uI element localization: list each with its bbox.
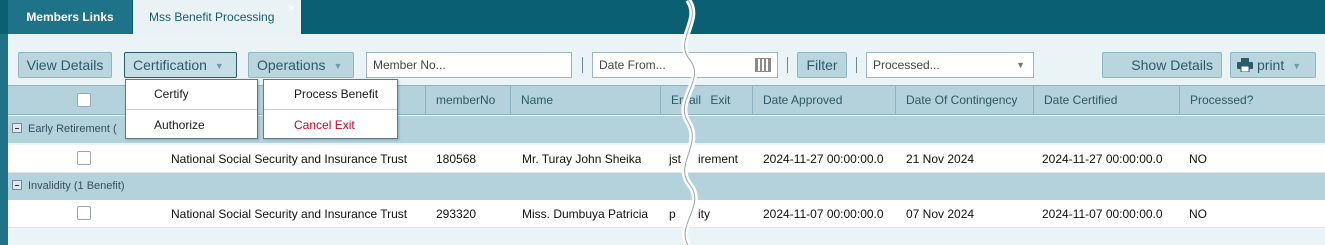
processed-select[interactable]: Processed... ▼: [866, 52, 1034, 78]
tab-members-links[interactable]: Members Links: [8, 0, 132, 34]
caret-down-icon: ▼: [214, 61, 224, 72]
cell-date-certified: 2024-11-27 00:00:00.0: [1042, 152, 1163, 166]
operations-label: Operations: [257, 57, 326, 73]
left-accent-bar: [0, 34, 8, 245]
cell-exit: irement: [698, 152, 739, 166]
operations-button[interactable]: Operations ▼: [248, 52, 354, 78]
print-label: print: [1257, 57, 1285, 73]
select-all-checkbox[interactable]: [77, 93, 91, 107]
cell-date-approved: 2024-11-27 00:00:00.0: [763, 152, 884, 166]
date-from-input[interactable]: Date From...: [592, 52, 778, 78]
table-row[interactable]: National Social Security and Insurance T…: [8, 145, 1325, 173]
caret-down-icon: ▼: [1016, 60, 1025, 70]
group-label: Invalidity (1 Benefit): [28, 180, 125, 192]
print-button[interactable]: print ▼: [1230, 52, 1316, 78]
processed-placeholder: Processed...: [873, 58, 940, 72]
view-details-button[interactable]: View Details: [18, 52, 112, 78]
cell-memberno: 180568: [436, 152, 477, 166]
cell-date-contingency: 07 Nov 2024: [906, 207, 975, 221]
date-from-placeholder: Date From...: [599, 58, 666, 72]
cell-name: Mr. Turay John Sheika: [522, 152, 642, 166]
group-header[interactable]: Invalidity (1 Benefit): [8, 173, 1325, 200]
certification-button[interactable]: Certification ▼: [124, 52, 237, 78]
cell-memberno: 293320: [436, 207, 477, 221]
member-no-input[interactable]: Member No...: [366, 52, 572, 78]
operations-menu: Process Benefit Cancel Exit: [263, 79, 398, 139]
column-header-processed[interactable]: Processed?: [1179, 86, 1325, 114]
menu-item-cancel-exit[interactable]: Cancel Exit: [264, 112, 397, 139]
menu-divider: [126, 109, 257, 110]
column-header-exit-label: Exit: [710, 93, 731, 107]
tab-mss-benefit-processing[interactable]: Mss Benefit Processing ×: [133, 0, 301, 34]
column-header-email[interactable]: Email Exit: [660, 86, 752, 114]
toolbar-divider: [787, 57, 788, 73]
menu-item-certify[interactable]: Certify: [126, 81, 257, 108]
row-checkbox[interactable]: [77, 206, 91, 220]
toolbar-divider: [856, 57, 857, 73]
main-panel: View Details Certification ▼ Operations ▼ …: [8, 34, 1325, 245]
column-header-date-certified[interactable]: Date Certified: [1033, 86, 1179, 114]
cell-email: p: [669, 207, 676, 221]
close-icon[interactable]: ×: [288, 0, 295, 25]
column-header-email-label: Email: [671, 93, 702, 107]
cell-date-contingency: 21 Nov 2024: [906, 152, 975, 166]
toolbar-divider: [582, 57, 583, 73]
cell-date-approved: 2024-11-07 00:00:00.0: [763, 207, 884, 221]
show-details-button[interactable]: Show Details: [1102, 52, 1222, 78]
cell-email: jst: [669, 152, 681, 166]
cell-scheme: National Social Security and Insurance T…: [171, 152, 408, 166]
table-row[interactable]: National Social Security and Insurance T…: [8, 200, 1325, 228]
menu-item-process-benefit[interactable]: Process Benefit: [264, 81, 397, 108]
column-header-memberno[interactable]: memberNo: [425, 86, 510, 114]
caret-down-icon: ▼: [1292, 61, 1302, 72]
tab-bar: Members Links Mss Benefit Processing ×: [0, 0, 1325, 34]
column-header-date-contingency[interactable]: Date Of Contingency: [895, 86, 1033, 114]
cell-date-certified: 2024-11-07 00:00:00.0: [1042, 207, 1163, 221]
collapse-icon[interactable]: [12, 123, 22, 133]
menu-item-authorize[interactable]: Authorize: [126, 112, 257, 139]
cell-exit: ity: [698, 207, 710, 221]
tab-label: Mss Benefit Processing: [149, 10, 275, 24]
printer-icon: [1237, 58, 1253, 72]
cell-scheme: National Social Security and Insurance T…: [171, 207, 408, 221]
collapse-icon[interactable]: [12, 180, 22, 190]
row-checkbox[interactable]: [77, 151, 91, 165]
column-header-date-approved[interactable]: Date Approved: [752, 86, 895, 114]
cell-processed: NO: [1189, 207, 1207, 221]
certification-label: Certification: [133, 57, 207, 73]
menu-divider: [264, 109, 397, 110]
caret-down-icon: ▼: [333, 61, 343, 72]
filter-button[interactable]: Filter: [797, 52, 847, 78]
cell-name: Miss. Dumbuya Patricia: [522, 207, 649, 221]
certification-menu: Certify Authorize: [125, 79, 258, 139]
column-header-name[interactable]: Name: [510, 86, 660, 114]
cell-processed: NO: [1189, 152, 1207, 166]
calendar-icon[interactable]: [755, 58, 771, 72]
group-label: Early Retirement (: [28, 123, 117, 135]
